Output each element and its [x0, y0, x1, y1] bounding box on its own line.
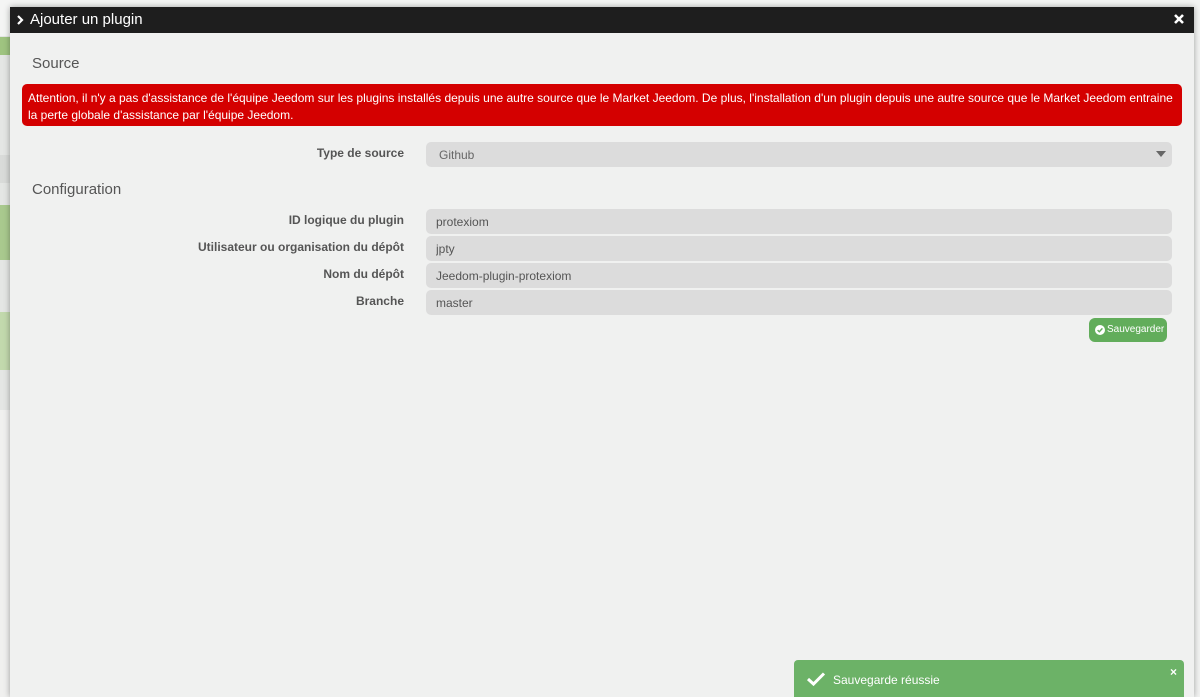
plugin-id-label: ID logique du plugin [288, 213, 404, 227]
background-right-edge [1194, 36, 1200, 697]
assistance-warning-alert: Attention, il n'y a pas d'assistance de … [22, 84, 1182, 126]
configuration-section-title: Configuration [32, 181, 122, 198]
source-section-title: Source [32, 55, 80, 72]
source-type-value: Github [439, 148, 475, 162]
check-icon [806, 672, 826, 687]
modal-titlebar: Ajouter un plugin [10, 7, 1194, 33]
branch-label: Branche [355, 294, 404, 308]
repo-name-input[interactable] [426, 263, 1172, 288]
check-circle-icon [1095, 325, 1105, 335]
source-type-label: Type de source [316, 146, 404, 160]
repo-name-label: Nom du dépôt [323, 267, 404, 281]
background-plugin-card [0, 312, 10, 370]
repo-owner-label: Utilisateur ou organisation du dépôt [197, 240, 404, 254]
close-icon[interactable] [1172, 12, 1186, 26]
plugin-id-input[interactable] [426, 209, 1172, 234]
repo-owner-input[interactable] [426, 236, 1172, 261]
background-plugin-card [0, 37, 10, 55]
toast-message: Sauvegarde réussie [833, 673, 940, 687]
save-button[interactable]: Sauvegarder [1089, 318, 1167, 342]
success-toast: Sauvegarde réussie × [794, 660, 1184, 697]
save-button-label: Sauvegarder [1107, 324, 1165, 335]
add-plugin-modal: Ajouter un plugin Source Attention, il n… [10, 7, 1194, 697]
chevron-right-icon [17, 15, 24, 25]
source-type-select[interactable]: Github [426, 142, 1172, 167]
modal-title: Ajouter un plugin [30, 11, 143, 28]
toast-close-icon[interactable]: × [1170, 665, 1177, 679]
caret-down-icon [1156, 151, 1166, 157]
branch-input[interactable] [426, 290, 1172, 315]
